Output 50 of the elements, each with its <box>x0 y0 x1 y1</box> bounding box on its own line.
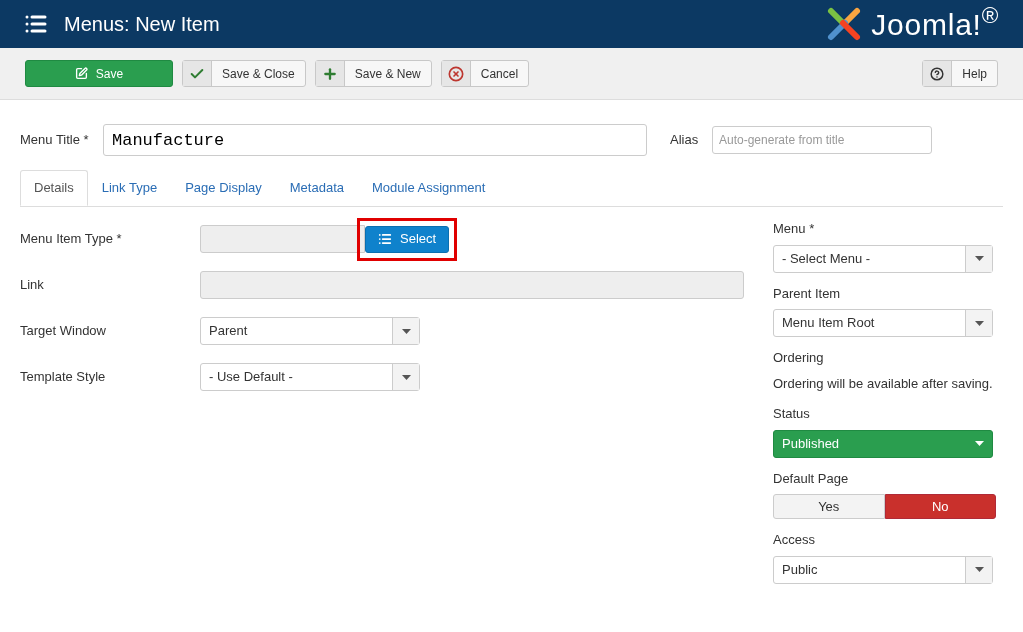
field-label: Default Page <box>773 469 850 488</box>
toggle-option[interactable]: No <box>884 494 996 519</box>
title-input[interactable]: Manufacture <box>103 124 647 156</box>
field-label: Ordering <box>773 349 825 367</box>
dropdown-value: Parent <box>208 322 249 341</box>
tab[interactable]: Module Assignment <box>358 170 500 206</box>
toolbar-button[interactable]: Save & New <box>314 60 432 87</box>
tab[interactable]: Metadata <box>275 170 358 206</box>
toggle-option[interactable]: Yes <box>773 494 885 519</box>
field-label: Menu * <box>773 220 816 238</box>
tab[interactable]: Details <box>20 170 88 206</box>
alias-input[interactable]: Auto-generate from title <box>712 126 932 154</box>
field-label: Access <box>773 531 816 549</box>
caret-icon <box>974 567 984 572</box>
list-icon <box>378 232 392 246</box>
field-label: Target Window <box>20 322 107 341</box>
caret-icon <box>401 374 411 380</box>
close-icon <box>447 65 464 82</box>
dropdown[interactable]: Parent <box>200 317 420 345</box>
edit-icon <box>74 67 88 80</box>
field-label: Alias <box>670 131 700 150</box>
dropdown[interactable]: - Select Menu - <box>773 244 993 273</box>
field-label: Parent Item <box>773 284 842 303</box>
toolbar-button[interactable]: Save & Close <box>182 60 306 87</box>
plus-icon <box>321 65 338 82</box>
tab[interactable]: Link Type <box>87 170 172 206</box>
select-button[interactable]: Select <box>365 225 450 253</box>
toolbar-button[interactable]: Cancel <box>440 60 530 87</box>
field-label: Template Style <box>20 368 107 387</box>
help-icon <box>930 66 945 81</box>
caret-icon <box>974 320 984 326</box>
dropdown[interactable]: - Use Default - <box>200 363 420 391</box>
caret-icon <box>975 441 984 446</box>
caret-icon <box>974 256 984 261</box>
dropdown-value: - Use Default - <box>208 368 294 387</box>
dropdown-value: - Select Menu - <box>781 249 872 268</box>
page-title: Menus: New Item <box>64 12 220 37</box>
field-label: Menu Title * <box>20 131 90 150</box>
field-label: Status <box>773 405 811 423</box>
dropdown[interactable]: Menu Item Root <box>773 309 993 337</box>
help-button[interactable]: Help <box>922 60 998 87</box>
dropdown-value: Public <box>781 560 819 579</box>
dropdown-value: Menu Item Root <box>781 314 876 333</box>
tab[interactable]: Page Display <box>171 170 276 206</box>
field-label: Link <box>20 276 45 295</box>
note-text: Ordering will be available after saving. <box>773 374 994 393</box>
caret-icon <box>401 328 411 334</box>
dropdown[interactable]: Public <box>773 555 993 584</box>
brand-name: Joomla!$^{®}$ <box>871 2 999 43</box>
field-label: Menu Item Type * <box>20 230 123 249</box>
